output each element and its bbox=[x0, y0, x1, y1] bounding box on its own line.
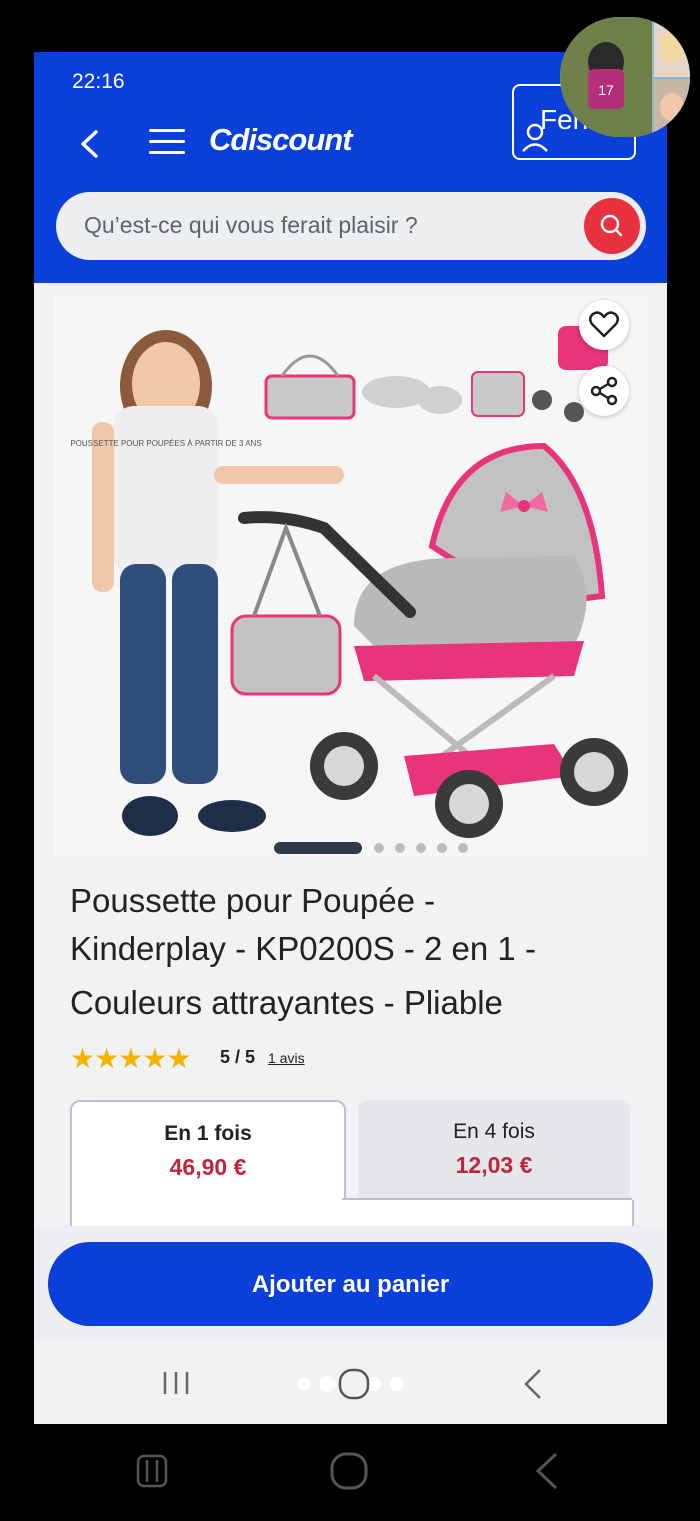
phone-screen: 22:16 4G Cdiscount Ferr Qu’est-ce qui vo… bbox=[34, 52, 667, 1424]
nav-back-icon[interactable] bbox=[524, 1369, 541, 1399]
price: 12,03 € bbox=[455, 1152, 533, 1178]
carousel-dot[interactable] bbox=[437, 843, 447, 853]
status-time: 22:16 bbox=[72, 70, 125, 93]
system-navigation-bar bbox=[0, 1424, 700, 1517]
carousel-dot[interactable] bbox=[458, 843, 468, 853]
carousel-dot-active[interactable] bbox=[274, 842, 362, 854]
add-to-cart-button[interactable]: Ajouter au panier bbox=[48, 1242, 653, 1326]
product-photo: POUSSETTE POUR POUPÉES À PARTIR DE 3 ANS bbox=[70, 326, 628, 838]
bubble-picture: 17 bbox=[560, 17, 690, 137]
product-title: Poussette pour Poupée - Kinderplay - KP0… bbox=[70, 877, 640, 1027]
system-recent-apps-icon[interactable] bbox=[136, 1454, 168, 1488]
tab-label: En 4 fois bbox=[453, 1120, 535, 1143]
system-home-icon[interactable] bbox=[330, 1452, 368, 1490]
rating-score: 5 / 5 bbox=[220, 1047, 256, 1067]
tab-pay-once[interactable]: En 1 fois 46,90 € bbox=[70, 1100, 346, 1204]
reviews-link[interactable]: 1 avis bbox=[268, 1050, 305, 1066]
tab-label: En 1 fois bbox=[164, 1122, 252, 1145]
search-icon bbox=[600, 214, 623, 237]
product-title-line: Poussette pour Poupée - bbox=[70, 882, 436, 919]
inner-navigation-bar bbox=[34, 1340, 667, 1424]
inner-nav-icons bbox=[163, 1368, 541, 1400]
product-image-carousel[interactable]: POUSSETTE POUR POUPÉES À PARTIR DE 3 ANS bbox=[54, 296, 647, 856]
back-arrow-icon[interactable] bbox=[72, 126, 108, 162]
shirt-print-text: POUSSETTE POUR POUPÉES À PARTIR DE 3 ANS bbox=[70, 439, 261, 448]
system-back-icon[interactable] bbox=[535, 1452, 558, 1490]
product-title-line: Kinderplay - KP0200S - 2 en 1 - bbox=[70, 930, 536, 967]
price: 46,90 € bbox=[169, 1154, 247, 1180]
svg-text:17: 17 bbox=[598, 82, 614, 98]
system-nav-icons bbox=[136, 1452, 558, 1490]
search-bar[interactable]: Qu’est-ce qui vous ferait plaisir ? bbox=[56, 192, 646, 260]
cdiscount-logo[interactable]: Cdiscount bbox=[209, 122, 353, 158]
share-button[interactable] bbox=[579, 366, 629, 416]
hamburger-menu-icon[interactable] bbox=[149, 129, 185, 159]
page-indicator-dots bbox=[297, 1376, 404, 1392]
carousel-dot[interactable] bbox=[374, 843, 384, 853]
product-title-line: Couleurs attrayantes - Pliable bbox=[70, 984, 503, 1021]
user-icon bbox=[522, 123, 548, 152]
home-icon[interactable] bbox=[338, 1368, 370, 1400]
heart-icon bbox=[589, 311, 619, 338]
rating-stars-icon: ★★★★★ bbox=[70, 1042, 192, 1075]
video-call-bubble[interactable]: 17 bbox=[560, 17, 690, 137]
carousel-dot[interactable] bbox=[395, 843, 405, 853]
recent-apps-icon[interactable] bbox=[163, 1372, 189, 1394]
carousel-dot[interactable] bbox=[416, 843, 426, 853]
share-icon bbox=[590, 376, 618, 406]
tab-pay-4x[interactable]: En 4 fois 12,03 € bbox=[358, 1100, 630, 1200]
favorite-button[interactable] bbox=[579, 300, 629, 350]
search-input[interactable]: Qu’est-ce qui vous ferait plaisir ? bbox=[84, 212, 418, 239]
search-button[interactable] bbox=[584, 198, 640, 254]
